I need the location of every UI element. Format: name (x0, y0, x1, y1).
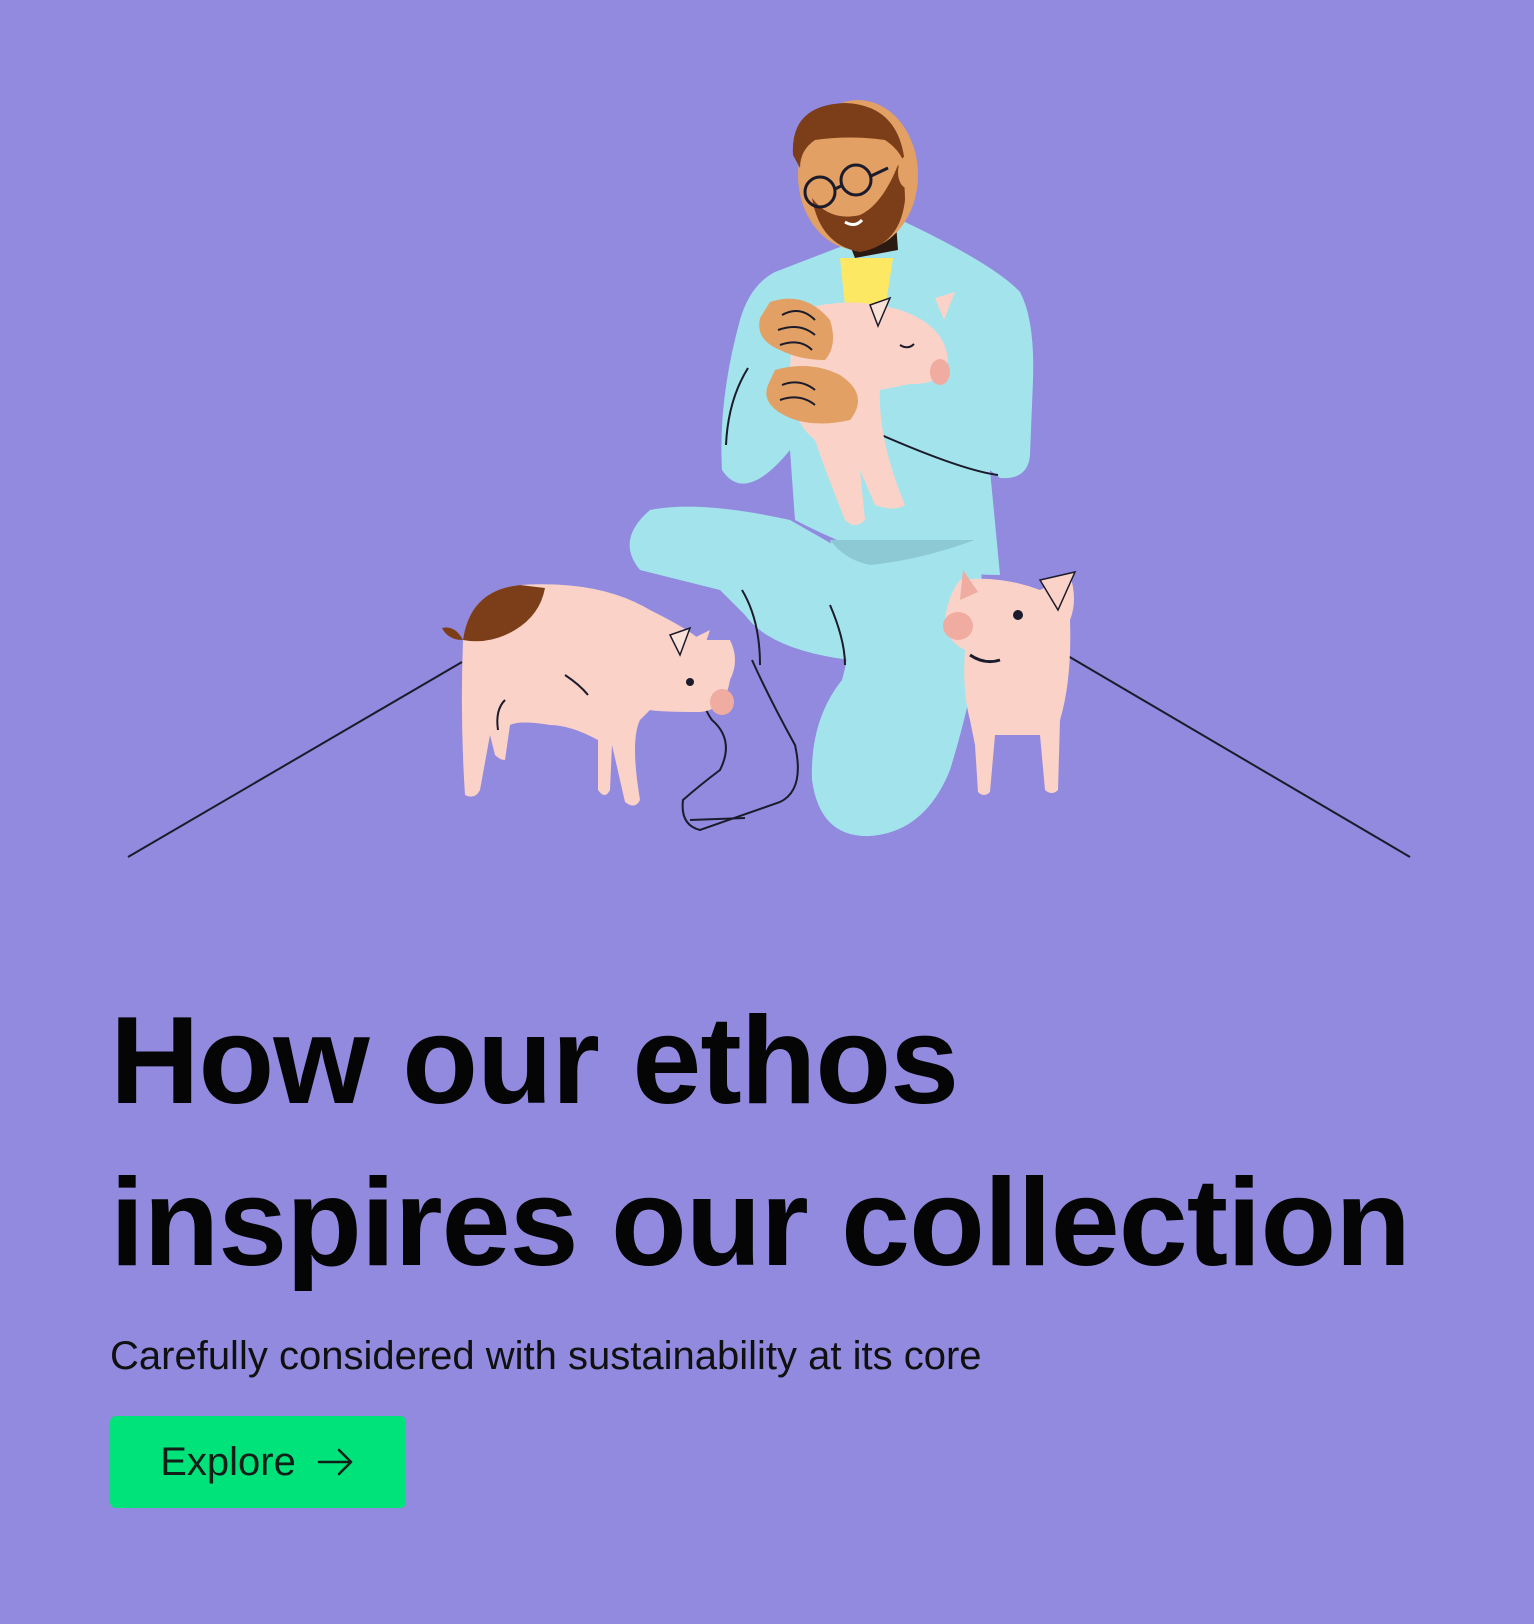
explore-button[interactable]: Explore (110, 1416, 406, 1508)
ground-line-right (1067, 655, 1411, 858)
hero-text-block: How our ethos inspires our collection Ca… (110, 980, 1430, 1380)
left-piglet (442, 584, 735, 806)
arrow-right-icon (316, 1446, 356, 1478)
farmer-with-pigs-illustration (127, 100, 1411, 858)
headline-line-2: inspires our collection (110, 1154, 1411, 1292)
explore-button-label: Explore (160, 1439, 296, 1484)
hero-section: How our ethos inspires our collection Ca… (0, 0, 1534, 1624)
headline-line-1: How our ethos (110, 992, 959, 1130)
hero-headline: How our ethos inspires our collection (110, 980, 1430, 1304)
hero-subtitle: Carefully considered with sustainability… (110, 1334, 982, 1378)
ground-line-left (127, 661, 463, 858)
